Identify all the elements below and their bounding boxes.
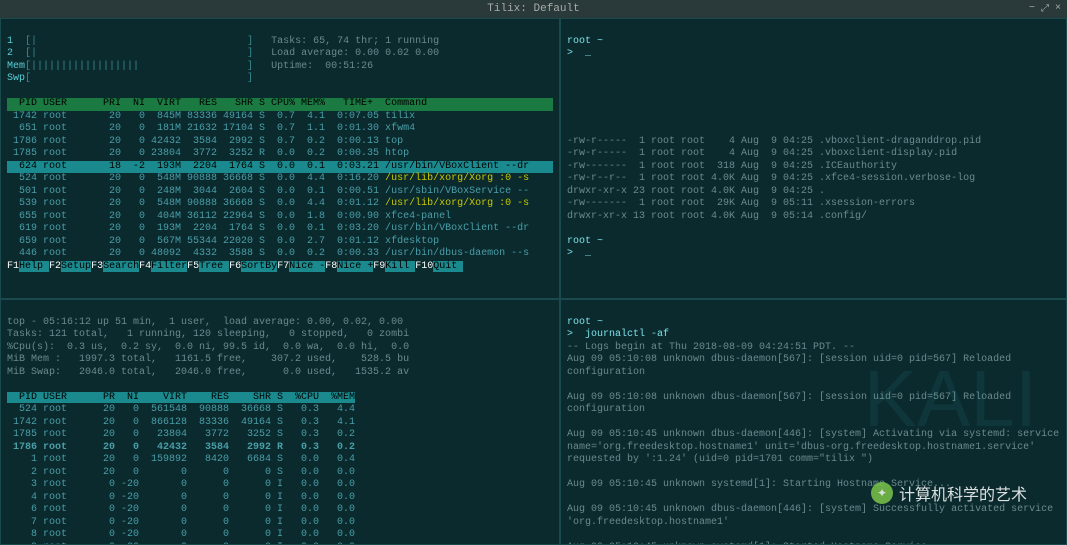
journal-cmd[interactable]: > journalctl -af [567,329,669,340]
watermark: ✦ 计算机科学的艺术 [871,481,1027,505]
pane-journalctl[interactable]: root ~ > journalctl -af -- Logs begin at… [560,299,1067,545]
ls-row: drwxr-xr-x 13 root root 4.0K Aug 9 05:14… [567,211,867,222]
tasks-line: Tasks: 65, 74 thr; 1 running [271,36,439,47]
titlebar[interactable]: Tilix: Default − ⤢ × [0,0,1067,18]
shell-prompt: root ~ [567,236,603,247]
htop-selected-row[interactable]: 624 root 18 -2 193M 2204 1764 S 0.0 0.1 … [7,161,553,174]
htop-row[interactable]: 501 root 20 0 248M 3044 2604 S 0.0 0.1 0… [7,186,529,197]
wechat-icon: ✦ [871,482,893,504]
top-row[interactable]: 7 root 0 -20 0 0 0 I 0.0 0.0 [7,517,355,528]
ls-row: drwxr-xr-x 23 root root 4.0K Aug 9 04:25… [567,186,825,197]
cpu1-meter: [| ] [25,36,253,47]
log-header: -- Logs begin at Thu 2018-08-09 04:24:51… [567,342,855,353]
top-summary: %Cpu(s): 0.3 us, 0.2 sy, 0.0 ni, 99.5 id… [7,342,409,353]
maximize-icon[interactable]: ⤢ [1041,3,1049,15]
cpu2-label: 2 [7,48,13,59]
cpu2-meter: [| ] [25,48,253,59]
log-line: Aug 09 05:10:08 unknown dbus-daemon[567]… [567,392,1060,417]
top-summary: Tasks: 121 total, 1 running, 120 sleepin… [7,329,409,340]
top-summary: MiB Swap: 2046.0 total, 2046.0 free, 0.0… [7,367,409,378]
window-title: Tilix: Default [487,3,579,15]
ls-row: -rw-r--r-- 1 root root 4.0K Aug 9 04:25 … [567,173,975,184]
htop-row[interactable]: 524 root 20 0 548M 90888 36668 S 0.0 4.4… [7,173,529,184]
pane-shell-ls[interactable]: root ~ > _ -rw-r----- 1 root root 4 Aug … [560,18,1067,299]
top-row[interactable]: 9 root 0 -20 0 0 0 I 0.0 0.0 [7,542,355,545]
ls-row: -rw------- 1 root root 29K Aug 9 05:11 .… [567,198,915,209]
log-line: Aug 09 05:10:45 unknown systemd[1]: Star… [567,542,1060,545]
ls-row: -rw-r----- 1 root root 4 Aug 9 04:25 .vb… [567,136,981,147]
ls-row: -rw-r----- 1 root root 4 Aug 9 04:25 .vb… [567,148,957,159]
top-row[interactable]: 2 root 20 0 0 0 0 S 0.0 0.0 [7,467,355,478]
cpu1-label: 1 [7,36,13,47]
htop-row[interactable]: 655 root 20 0 404M 36112 22964 S 0.0 1.8… [7,211,451,222]
htop-row[interactable]: 1742 root 20 0 845M 83336 49164 S 0.7 4.… [7,111,415,122]
top-row[interactable]: 8 root 0 -20 0 0 0 I 0.0 0.0 [7,529,355,540]
mem-meter: [|||||||||||||||||| ] [25,61,253,72]
pane-htop[interactable]: 1 [| ] Tasks: 65, 74 thr; 1 running 2 [|… [0,18,560,299]
shell-cursor[interactable]: > _ [567,48,591,59]
loadavg-line: Load average: 0.00 0.02 0.00 [271,48,439,59]
swp-meter: [ ] [25,73,253,84]
pane-top[interactable]: top - 05:16:12 up 51 min, 1 user, load a… [0,299,560,545]
top-row[interactable]: 3 root 0 -20 0 0 0 I 0.0 0.0 [7,479,355,490]
top-selected-row[interactable]: 1786 root 20 0 42432 3584 2992 R 0.3 0.2 [7,442,355,453]
watermark-text: 计算机科学的艺术 [899,481,1027,505]
htop-row[interactable]: 659 root 20 0 567M 55344 22020 S 0.0 2.7… [7,236,439,247]
top-row[interactable]: 524 root 20 0 561548 90888 36668 S 0.3 4… [7,404,355,415]
minimize-icon[interactable]: − [1029,3,1035,15]
ls-row: -rw------- 1 root root 318 Aug 9 04:25 .… [567,161,897,172]
shell-prompt: root ~ [567,317,603,328]
close-icon[interactable]: × [1055,3,1061,15]
log-line: Aug 09 05:10:45 unknown dbus-daemon[446]… [567,429,1060,467]
top-summary: top - 05:16:12 up 51 min, 1 user, load a… [7,317,403,328]
top-row[interactable]: 4 root 0 -20 0 0 0 I 0.0 0.0 [7,492,355,503]
top-row[interactable]: 1 root 20 0 159892 8420 6684 S 0.0 0.4 [7,454,355,465]
top-row[interactable]: 1742 root 20 0 866128 83336 49164 S 0.3 … [7,417,355,428]
top-row[interactable]: 1785 root 20 0 23804 3772 3252 S 0.3 0.2 [7,429,355,440]
uptime-line: Uptime: 00:51:26 [271,61,373,72]
mem-label: Mem [7,61,25,72]
htop-row[interactable]: 651 root 20 0 181M 21632 17104 S 0.7 1.1… [7,123,415,134]
log-line: Aug 09 05:10:45 unknown dbus-daemon[446]… [567,504,1060,529]
top-summary: MiB Mem : 1997.3 total, 1161.5 free, 307… [7,354,409,365]
top-header[interactable]: PID USER PR NI VIRT RES SHR S %CPU %MEM [7,392,355,403]
htop-fkeys[interactable]: F1Help F2SetupF3SearchF4FilterF5Tree F6S… [7,261,463,272]
swp-label: Swp [7,73,25,84]
htop-header[interactable]: PID USER PRI NI VIRT RES SHR S CPU% MEM%… [7,98,553,111]
htop-row[interactable]: 1785 root 20 0 23804 3772 3252 R 0.0 0.2… [7,148,409,159]
htop-row[interactable]: 619 root 20 0 193M 2204 1764 S 0.0 0.1 0… [7,223,529,234]
htop-row[interactable]: 1786 root 20 0 42432 3584 2992 S 0.7 0.2… [7,136,403,147]
htop-row[interactable]: 539 root 20 0 548M 90888 36668 S 0.0 4.4… [7,198,529,209]
shell-prompt: root ~ [567,36,603,47]
log-line: Aug 09 05:10:08 unknown dbus-daemon[567]… [567,354,1060,379]
shell-cursor[interactable]: > _ [567,248,591,259]
top-row[interactable]: 6 root 0 -20 0 0 0 I 0.0 0.0 [7,504,355,515]
htop-row[interactable]: 446 root 20 0 48092 4332 3588 S 0.0 0.2 … [7,248,529,259]
